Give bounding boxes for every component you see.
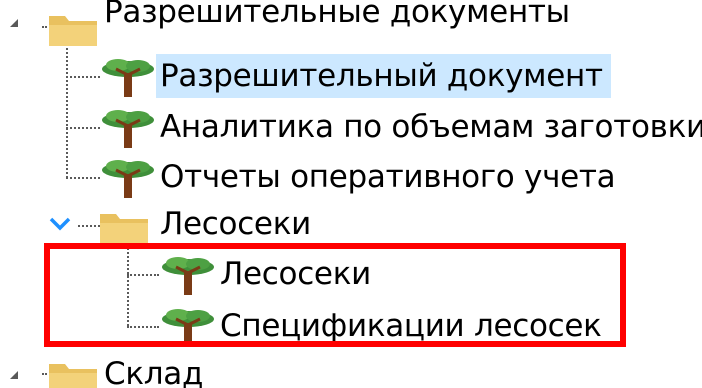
tree-icon: [98, 156, 158, 204]
tree-item-folder[interactable]: Разрешительные документы: [100, 0, 578, 44]
highlight-box: [44, 243, 626, 347]
tree-item-label: Аналитика по объемам заготовки: [160, 109, 702, 145]
tree-item-label: Разрешительные документы: [104, 0, 570, 30]
folder-icon: [47, 8, 99, 52]
tree-icon: [98, 106, 158, 154]
tree-item-cutting-areas-folder[interactable]: Лесосеки: [156, 202, 319, 246]
collapsed-arrow-icon[interactable]: [8, 14, 20, 33]
tree-connector-line: [66, 76, 100, 78]
tree-item-warehouse-folder[interactable]: Склад: [100, 352, 211, 388]
folder-icon: [47, 356, 99, 388]
tree-item-label: Отчеты оперативного учета: [160, 159, 616, 195]
tree-item-label: Лесосеки: [160, 206, 311, 242]
tree-connector-line: [78, 225, 100, 227]
tree-item-operational-reports[interactable]: Отчеты оперативного учета: [156, 155, 623, 199]
tree-connector-line: [66, 177, 100, 179]
expanded-chevron-icon[interactable]: [48, 216, 72, 236]
tree-item-permit-document[interactable]: Разрешительный документ: [156, 54, 611, 98]
tree-item-label: Разрешительный документ: [156, 54, 611, 98]
tree-connector-line: [66, 127, 100, 129]
navigation-tree: Разрешительные документы Разрешительный …: [0, 0, 702, 388]
tree-item-label: Склад: [104, 356, 204, 388]
collapsed-arrow-icon[interactable]: [8, 366, 20, 385]
tree-item-harvest-analytics[interactable]: Аналитика по объемам заготовки: [156, 105, 702, 149]
tree-icon: [98, 55, 158, 103]
